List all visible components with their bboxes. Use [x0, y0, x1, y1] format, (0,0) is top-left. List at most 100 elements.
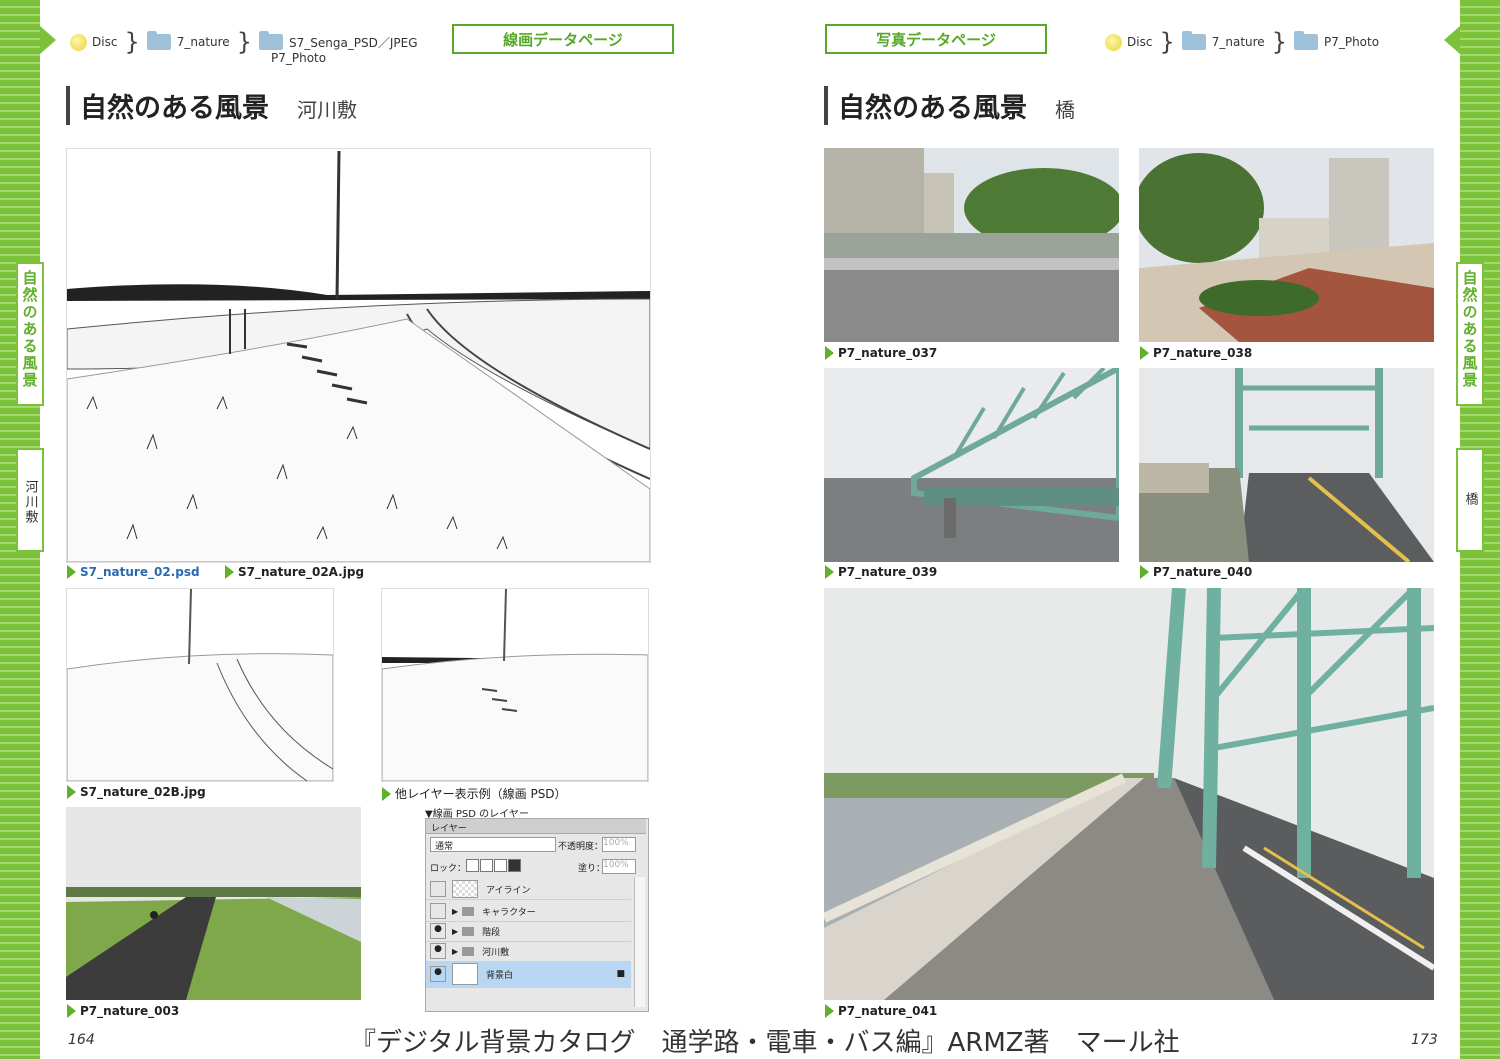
- eye-icon[interactable]: ●: [430, 923, 446, 939]
- disc-icon: [1105, 33, 1122, 51]
- photo-038-image[interactable]: [1139, 148, 1434, 342]
- left-notch: [40, 26, 56, 54]
- lineart-02b-image[interactable]: [66, 588, 334, 782]
- layers-tab-label[interactable]: レイヤー: [431, 821, 467, 834]
- photo-039-image[interactable]: [824, 368, 1119, 562]
- expand-arrow-icon[interactable]: ▶: [452, 907, 458, 916]
- layer-thumbnail: [452, 880, 478, 898]
- lineart-main-image[interactable]: [66, 148, 651, 563]
- folder-icon: [1293, 31, 1318, 50]
- visibility-toggle[interactable]: [430, 903, 446, 919]
- caption-item: P7_nature_037: [825, 346, 937, 360]
- left-page-title: 自然のある風景 河川敷: [66, 86, 357, 125]
- breadcrumb-left-line2: P7_Photo: [271, 51, 326, 65]
- caption-item: S7_nature_02.psd: [67, 565, 200, 579]
- layer-name: 背景白: [486, 970, 514, 981]
- blend-mode-value: 通常: [435, 842, 454, 852]
- layer-name: キャラクター: [482, 907, 536, 918]
- left-title-sub: 河川敷: [297, 98, 357, 122]
- folder-icon: [462, 906, 475, 916]
- caption-text: 他レイヤー表示例（線画 PSD）: [395, 787, 567, 801]
- caption-text: P7_nature_040: [1153, 565, 1253, 579]
- right-page-title: 自然のある風景 橋: [824, 86, 1075, 125]
- caption-text: P7_nature_003: [80, 1004, 180, 1018]
- lock-move-icon[interactable]: [494, 859, 507, 872]
- folder-icon: [462, 946, 475, 956]
- layer-name: 階段: [482, 927, 501, 938]
- layer-row[interactable]: ▶ キャラクター: [426, 901, 631, 922]
- expand-arrow-icon[interactable]: ▶: [452, 947, 458, 956]
- caption-item: P7_nature_040: [1140, 565, 1252, 579]
- folder-icon: [1181, 31, 1206, 50]
- caption-item: P7_nature_041: [825, 1004, 937, 1018]
- brace-icon: }: [236, 28, 252, 56]
- left-side-tab-main-label: 自然のある風景: [20, 270, 39, 389]
- breadcrumb-left: Disc } 7_nature } S7_Senga_PSD／JPEG: [70, 30, 418, 54]
- left-side-tab-sub-label: 河川敷: [22, 480, 38, 525]
- fill-value: 100%: [603, 860, 629, 870]
- layer-name: 河川敷: [482, 947, 510, 958]
- caption-item: P7_nature_038: [1140, 346, 1252, 360]
- caption-text: P7_nature_041: [838, 1004, 938, 1018]
- eye-icon[interactable]: ●: [430, 966, 446, 982]
- layers-panel: レイヤー 通常 不透明度： 100% ロック： 塗り： 100% アイライン ▶…: [425, 818, 649, 1012]
- expand-arrow-icon[interactable]: ▶: [452, 927, 458, 936]
- lock-brush-icon[interactable]: [480, 859, 493, 872]
- crumb-folder1-label: 7_nature: [176, 35, 230, 49]
- lineart-page-button[interactable]: 線画データページ: [452, 24, 674, 54]
- caption-text: S7_nature_02.psd: [80, 565, 200, 579]
- layer-row[interactable]: ● ▶ 階段: [426, 921, 631, 942]
- folder-icon: [146, 31, 171, 50]
- eye-icon[interactable]: ●: [430, 943, 446, 959]
- caption-text: S7_nature_02B.jpg: [80, 785, 206, 799]
- caption-item: P7_nature_003: [67, 1004, 179, 1018]
- photo-page-button[interactable]: 写真データページ: [825, 24, 1047, 54]
- fill-field[interactable]: 100%: [602, 859, 636, 874]
- layer-row-selected[interactable]: ● 背景白 ■: [426, 961, 631, 988]
- right-side-tab-sub-label: 橋: [1462, 492, 1478, 507]
- photo-041-image[interactable]: [824, 588, 1434, 1000]
- photo-040-image[interactable]: [1139, 368, 1434, 562]
- caption-item: S7_nature_02B.jpg: [67, 785, 206, 799]
- caption-text: P7_nature_038: [1153, 346, 1253, 360]
- lock-all-icon[interactable]: [508, 859, 521, 872]
- lock-icon: ■: [616, 969, 625, 979]
- caption-arrow-icon: [825, 1004, 834, 1018]
- opacity-value: 100%: [603, 838, 629, 848]
- opacity-field[interactable]: 100%: [602, 837, 636, 852]
- disc-icon: [70, 33, 87, 51]
- folder-icon: [258, 31, 283, 50]
- left-title-main: 自然のある風景: [80, 93, 269, 124]
- blend-mode-select[interactable]: 通常: [430, 837, 556, 852]
- right-side-tab-main-label: 自然のある風景: [1460, 270, 1479, 389]
- caption-arrow-icon: [67, 565, 76, 579]
- caption-item: 他レイヤー表示例（線画 PSD）: [382, 785, 567, 802]
- crumb-folder2-label: S7_Senga_PSD／JPEG: [288, 35, 418, 50]
- visibility-toggle[interactable]: [430, 881, 446, 897]
- caption-arrow-icon: [382, 786, 391, 801]
- caption-text: P7_nature_037: [838, 346, 938, 360]
- layer-row[interactable]: アイライン: [426, 879, 631, 900]
- crumb-folder1-label: 7_nature: [1211, 35, 1265, 49]
- layer-row[interactable]: ● ▶ 河川敷: [426, 941, 631, 962]
- layers-scrollbar[interactable]: [634, 877, 645, 1007]
- brace-icon: }: [1271, 28, 1287, 56]
- caption-arrow-icon: [225, 565, 234, 579]
- caption-arrow-icon: [825, 565, 834, 579]
- caption-arrow-icon: [1140, 346, 1149, 360]
- right-notch: [1444, 26, 1460, 54]
- fill-label: 塗り：: [578, 864, 606, 874]
- crumb-disc-label: Disc: [92, 35, 118, 49]
- breadcrumb-right: Disc } 7_nature } P7_Photo: [1105, 30, 1379, 54]
- caption-item: S7_nature_02A.jpg: [225, 565, 364, 579]
- lineart-layer-example-image[interactable]: [381, 588, 649, 782]
- lock-transparency-icon[interactable]: [466, 859, 479, 872]
- photo-037-image[interactable]: [824, 148, 1119, 342]
- layer-thumbnail: [452, 963, 478, 985]
- crumb-folder2-label: P7_Photo: [1323, 35, 1380, 49]
- layer-name: アイライン: [486, 885, 531, 896]
- photo-003-image[interactable]: [66, 807, 361, 1000]
- page-number-left: 164: [68, 1032, 95, 1048]
- right-title-main: 自然のある風景: [838, 93, 1027, 124]
- left-side-tab-main: 自然のある風景: [16, 262, 44, 406]
